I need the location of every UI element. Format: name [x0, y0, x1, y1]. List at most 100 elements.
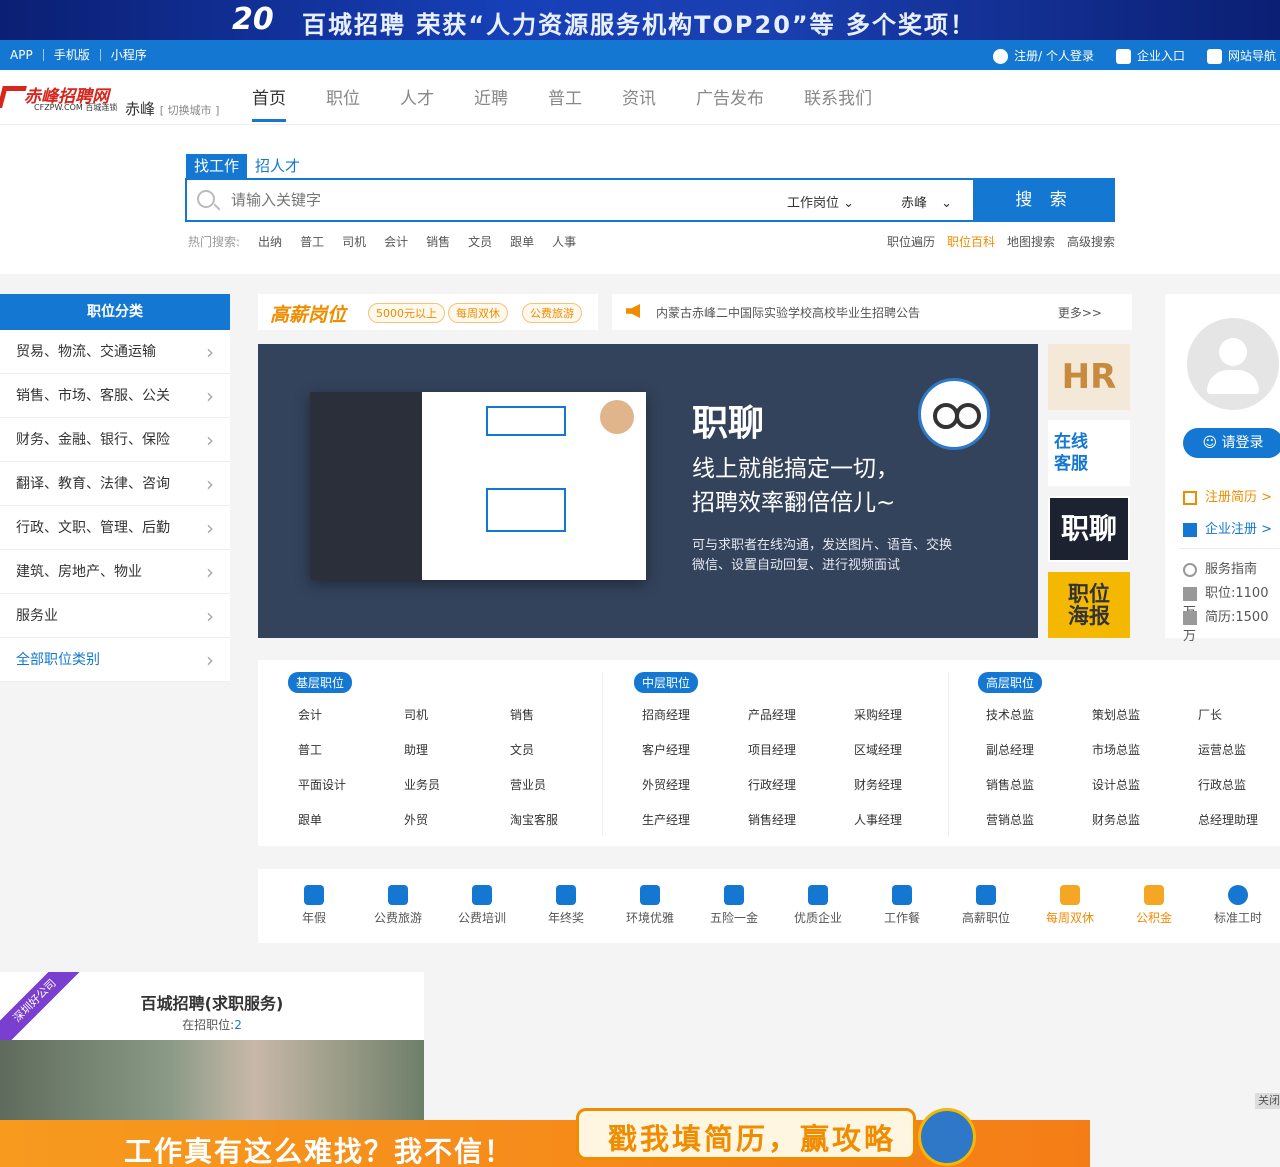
position-link[interactable]: 生产经理: [642, 811, 690, 828]
category-item[interactable]: 服务业: [0, 594, 230, 638]
advanced-search-link[interactable]: 高级搜索: [1067, 233, 1115, 250]
benefit-item[interactable]: 标准工时: [1196, 885, 1280, 926]
category-all[interactable]: 全部职位类别: [0, 638, 230, 682]
position-link[interactable]: 销售总监: [986, 776, 1034, 793]
notice-more-link[interactable]: 更多>>: [1058, 304, 1102, 321]
position-link[interactable]: 财务经理: [854, 776, 902, 793]
bottom-ad-banner[interactable]: 工作真有这么难找？我不信！ 戳我填简历，赢攻略: [0, 1108, 1090, 1167]
online-service-tile[interactable]: 在线 客服: [1048, 420, 1130, 486]
hot-item[interactable]: 文员: [468, 233, 492, 250]
hot-item[interactable]: 会计: [384, 233, 408, 250]
position-link[interactable]: 总经理助理: [1198, 811, 1258, 828]
position-link[interactable]: 项目经理: [748, 741, 796, 758]
position-link[interactable]: 淘宝客服: [510, 811, 558, 828]
company-card[interactable]: 深圳好公司 百城招聘(求职服务) 在招职位:2: [0, 972, 424, 1122]
ad-cta-text[interactable]: 戳我填简历，赢攻略: [608, 1116, 896, 1158]
notice-text[interactable]: 内蒙古赤峰二中国际实验学校高校毕业生招聘公告: [656, 304, 920, 321]
position-link[interactable]: 助理: [404, 741, 428, 758]
high-pay-tag[interactable]: 每周双休: [448, 303, 508, 323]
hot-item[interactable]: 人事: [552, 233, 576, 250]
position-link[interactable]: 会计: [298, 706, 322, 723]
chat-tile[interactable]: 职聊: [1048, 496, 1130, 562]
chat-promo-banner[interactable]: 职聊 线上就能搞定一切， 招聘效率翻倍倍儿~ 可与求职者在线沟通，发送图片、语音…: [258, 344, 1038, 638]
high-pay-tag[interactable]: 5000元以上: [368, 303, 445, 323]
position-link[interactable]: 销售经理: [748, 811, 796, 828]
position-link[interactable]: 营销总监: [986, 811, 1034, 828]
login-button[interactable]: ☺ 请登录: [1183, 428, 1280, 458]
benefit-item[interactable]: 公费旅游: [356, 885, 440, 926]
position-link[interactable]: 业务员: [404, 776, 440, 793]
register-resume-link[interactable]: 注册简历 >: [1183, 486, 1272, 505]
nav-recent[interactable]: 近聘: [474, 84, 508, 122]
company-entry-link[interactable]: 企业入口: [1115, 47, 1185, 64]
nav-ads[interactable]: 广告发布: [696, 84, 764, 122]
high-pay-bar[interactable]: 高薪岗位 5000元以上 每周双休 公费旅游: [258, 294, 598, 330]
position-link[interactable]: 厂长: [1198, 706, 1222, 723]
tab-find-talent[interactable]: 招人才: [247, 154, 308, 178]
nav-home[interactable]: 首页: [252, 84, 286, 122]
app-link[interactable]: APP: [0, 49, 44, 61]
position-link[interactable]: 行政经理: [748, 776, 796, 793]
close-ad-button[interactable]: 关闭: [1255, 1093, 1280, 1109]
benefit-item[interactable]: 优质企业: [776, 885, 860, 926]
position-link[interactable]: 招商经理: [642, 706, 690, 723]
position-link[interactable]: 营业员: [510, 776, 546, 793]
hot-item[interactable]: 跟单: [510, 233, 534, 250]
benefit-item[interactable]: 年假: [272, 885, 356, 926]
job-wiki-link[interactable]: 职位百科: [947, 233, 995, 250]
top-award-banner[interactable]: 20 百城招聘 荣获“人力资源服务机构TOP20”等 多个奖项！: [0, 0, 1280, 40]
category-item[interactable]: 翻译、教育、法律、咨询: [0, 462, 230, 506]
benefit-item[interactable]: 环境优雅: [608, 885, 692, 926]
company-name[interactable]: 百城招聘(求职服务): [0, 990, 424, 1014]
position-link[interactable]: 技术总监: [986, 706, 1034, 723]
category-item[interactable]: 财务、金融、银行、保险: [0, 418, 230, 462]
position-link[interactable]: 运营总监: [1198, 741, 1246, 758]
position-link[interactable]: 司机: [404, 706, 428, 723]
position-link[interactable]: 销售: [510, 706, 534, 723]
city-switcher[interactable]: 赤峰 [ 切换城市 ]: [125, 98, 219, 119]
benefit-item[interactable]: 公费培训: [440, 885, 524, 926]
benefit-item[interactable]: 五险一金: [692, 885, 776, 926]
position-link[interactable]: 行政总监: [1198, 776, 1246, 793]
site-logo[interactable]: 赤峰招聘网 CFZPW.COM 百城连锁: [0, 82, 120, 112]
company-register-link[interactable]: 企业注册 >: [1183, 518, 1272, 537]
position-link[interactable]: 外贸经理: [642, 776, 690, 793]
benefit-item[interactable]: 工作餐: [860, 885, 944, 926]
hr-tile[interactable]: HR: [1048, 344, 1130, 410]
position-link[interactable]: 客户经理: [642, 741, 690, 758]
map-search-link[interactable]: 地图搜索: [1007, 233, 1055, 250]
position-link[interactable]: 平面设计: [298, 776, 346, 793]
nav-workers[interactable]: 普工: [548, 84, 582, 122]
job-traverse-link[interactable]: 职位遍历: [887, 233, 935, 250]
position-link[interactable]: 采购经理: [854, 706, 902, 723]
position-link[interactable]: 设计总监: [1092, 776, 1140, 793]
position-link[interactable]: 财务总监: [1092, 811, 1140, 828]
type-select[interactable]: 工作岗位 ⌄: [787, 192, 854, 211]
register-login-link[interactable]: 注册/ 个人登录: [993, 47, 1094, 64]
high-pay-tag[interactable]: 公费旅游: [522, 303, 582, 323]
service-guide-link[interactable]: 服务指南: [1183, 558, 1257, 577]
nav-talent[interactable]: 人才: [400, 84, 434, 122]
site-nav-link[interactable]: 网站导航: [1206, 47, 1276, 64]
job-poster-tile[interactable]: 职位 海报: [1048, 572, 1130, 638]
category-item[interactable]: 销售、市场、客服、公关: [0, 374, 230, 418]
position-link[interactable]: 普工: [298, 741, 322, 758]
city-select[interactable]: 赤峰 ⌄: [901, 192, 952, 211]
tab-find-job[interactable]: 找工作: [186, 154, 248, 178]
hot-item[interactable]: 销售: [426, 233, 450, 250]
position-link[interactable]: 市场总监: [1092, 741, 1140, 758]
benefit-item[interactable]: 公积金: [1112, 885, 1196, 926]
search-button[interactable]: 搜 索: [973, 178, 1115, 222]
category-item[interactable]: 建筑、房地产、物业: [0, 550, 230, 594]
category-item[interactable]: 贸易、物流、交通运输: [0, 330, 230, 374]
mobile-link[interactable]: 手机版: [44, 49, 101, 61]
benefit-item[interactable]: 年终奖: [524, 885, 608, 926]
position-link[interactable]: 策划总监: [1092, 706, 1140, 723]
hot-item[interactable]: 出纳: [258, 233, 282, 250]
position-link[interactable]: 产品经理: [748, 706, 796, 723]
position-link[interactable]: 区域经理: [854, 741, 902, 758]
nav-jobs[interactable]: 职位: [326, 84, 360, 122]
position-link[interactable]: 文员: [510, 741, 534, 758]
hot-item[interactable]: 司机: [342, 233, 366, 250]
category-item[interactable]: 行政、文职、管理、后勤: [0, 506, 230, 550]
